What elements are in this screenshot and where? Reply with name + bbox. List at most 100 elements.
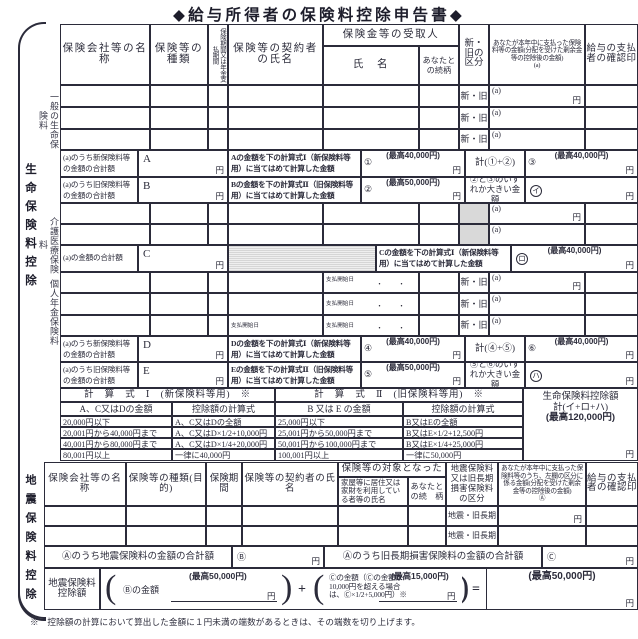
entry-company-name[interactable]	[60, 315, 150, 336]
row-e-result[interactable]: ⑤ (最高50,000円) 円	[361, 362, 465, 388]
row-d-sum-result[interactable]: ⑥ (最高40,000円) 円	[525, 336, 638, 362]
quake-entry-company-name[interactable]	[44, 526, 126, 546]
entry-beneficiary-name[interactable]: 支払開始日 ・ ・	[323, 293, 419, 315]
quake-entry-relation[interactable]	[408, 506, 446, 526]
entry-payer-seal[interactable]	[585, 293, 638, 315]
entry-company-name[interactable]	[60, 129, 150, 150]
entry-paid-amount[interactable]: (a)	[489, 224, 585, 245]
life-total-deduction-box[interactable]: 生命保険料控除額 計(イ+ロ+ハ) (最高120,000円) 円	[523, 388, 638, 461]
entry-new-old-toggle[interactable]: 新・旧	[459, 315, 489, 336]
entry-beneficiary-relation[interactable]	[419, 203, 459, 224]
quake-entry-resident[interactable]	[338, 526, 408, 546]
entry-payer-seal[interactable]	[585, 85, 638, 107]
row-a-input[interactable]: A 円	[138, 150, 228, 177]
quake-entry-period[interactable]	[206, 506, 242, 526]
entry-payer-seal[interactable]	[585, 203, 638, 224]
entry-payer-seal[interactable]	[585, 107, 638, 129]
quake-entry-resident[interactable]	[338, 506, 408, 526]
entry-new-old-toggle[interactable]: 新・旧	[459, 272, 489, 293]
row-b-sum-result[interactable]: イ 円	[525, 177, 638, 203]
entry-beneficiary-relation[interactable]	[419, 129, 459, 150]
row-a-sum-result[interactable]: ③ (最高40,000円) 円	[525, 150, 638, 177]
row-c-result[interactable]: ロ (最高40,000円) 円	[511, 245, 638, 272]
quake-entry-relation[interactable]	[408, 526, 446, 546]
entry-beneficiary-name[interactable]	[323, 203, 419, 224]
quake-entry-period[interactable]	[206, 526, 242, 546]
quake-entry-paid-amount[interactable]: 円	[498, 506, 586, 526]
entry-new-old-toggle[interactable]: 新・旧	[459, 107, 489, 129]
entry-company-name[interactable]	[60, 293, 150, 315]
entry-insurance-kind[interactable]	[150, 272, 208, 293]
entry-contractor-name[interactable]	[228, 203, 323, 224]
entry-insurance-kind[interactable]	[150, 315, 208, 336]
entry-paid-amount[interactable]: (a)	[489, 107, 585, 129]
entry-insurance-kind[interactable]	[150, 85, 208, 107]
quake-deduction-result[interactable]: (最高50,000円) 円	[486, 568, 638, 610]
entry-insurance-period[interactable]	[208, 85, 228, 107]
entry-insurance-period[interactable]	[208, 315, 228, 336]
row-b-input[interactable]: B 円	[138, 177, 228, 203]
entry-paid-amount[interactable]: (a)	[489, 293, 585, 315]
row-a-result[interactable]: ① (最高40,000円) 円	[361, 150, 465, 177]
entry-beneficiary-name[interactable]	[323, 85, 419, 107]
entry-payer-seal[interactable]	[585, 129, 638, 150]
row-e-input[interactable]: E 円	[138, 362, 228, 388]
row-d-input[interactable]: D 円	[138, 336, 228, 362]
quake-subtotal-b-value[interactable]: Ⓑ 円	[232, 546, 324, 568]
quake-entry-contractor[interactable]	[242, 506, 338, 526]
entry-beneficiary-relation[interactable]	[419, 293, 459, 315]
quake-entry-category-toggle[interactable]: 地震・旧長期	[446, 506, 498, 526]
entry-contractor-name[interactable]	[228, 272, 323, 293]
entry-insurance-kind[interactable]	[150, 293, 208, 315]
entry-beneficiary-name[interactable]: 支払開始日 ・ ・	[323, 272, 419, 293]
entry-contractor-name[interactable]	[228, 85, 323, 107]
entry-company-name[interactable]	[60, 224, 150, 245]
entry-contractor-name[interactable]	[228, 129, 323, 150]
entry-insurance-kind[interactable]	[150, 203, 208, 224]
quake-subtotal-c-value[interactable]: Ⓒ 円	[542, 546, 638, 568]
entry-beneficiary-relation[interactable]	[419, 85, 459, 107]
entry-new-old-toggle[interactable]: 新・旧	[459, 293, 489, 315]
entry-payer-seal[interactable]	[585, 315, 638, 336]
quake-entry-company-name[interactable]	[44, 506, 126, 526]
entry-insurance-kind[interactable]	[150, 107, 208, 129]
entry-payer-seal[interactable]	[585, 272, 638, 293]
quake-entry-category-toggle[interactable]: 地震・旧長期	[446, 526, 498, 546]
entry-beneficiary-relation[interactable]	[419, 224, 459, 245]
entry-paid-amount[interactable]: (a) 円	[489, 203, 585, 224]
entry-insurance-period[interactable]	[208, 107, 228, 129]
row-e-sum-result[interactable]: ハ 円	[525, 362, 638, 388]
entry-company-name[interactable]	[60, 85, 150, 107]
row-b-result[interactable]: ② (最高50,000円) 円	[361, 177, 465, 203]
quake-entry-kind[interactable]	[126, 526, 206, 546]
entry-beneficiary-name[interactable]	[323, 224, 419, 245]
entry-payer-seal[interactable]	[585, 224, 638, 245]
entry-insurance-kind[interactable]	[150, 129, 208, 150]
entry-paid-amount[interactable]: (a) 円	[489, 85, 585, 107]
entry-new-old-toggle[interactable]: 新・旧	[459, 129, 489, 150]
entry-beneficiary-name[interactable]	[323, 107, 419, 129]
entry-company-name[interactable]	[60, 272, 150, 293]
entry-beneficiary-name[interactable]	[323, 129, 419, 150]
entry-contractor-name[interactable]	[228, 107, 323, 129]
entry-beneficiary-name[interactable]: 支払開始日 ・ ・	[323, 315, 419, 336]
entry-contractor-name[interactable]	[228, 224, 323, 245]
entry-insurance-period[interactable]	[208, 272, 228, 293]
entry-insurance-period[interactable]	[208, 293, 228, 315]
entry-insurance-period[interactable]	[208, 224, 228, 245]
entry-new-old-toggle[interactable]: 新・旧	[459, 85, 489, 107]
entry-contractor-name[interactable]: 支払開始日	[228, 315, 323, 336]
entry-beneficiary-relation[interactable]	[419, 272, 459, 293]
entry-paid-amount[interactable]: (a)	[489, 129, 585, 150]
entry-company-name[interactable]	[60, 203, 150, 224]
entry-contractor-name[interactable]	[228, 293, 323, 315]
quake-entry-contractor[interactable]	[242, 526, 338, 546]
row-c-input[interactable]: C 円	[138, 245, 228, 272]
quake-entry-payer-seal[interactable]	[586, 526, 638, 546]
quake-entry-kind[interactable]	[126, 506, 206, 526]
entry-beneficiary-relation[interactable]	[419, 107, 459, 129]
entry-company-name[interactable]	[60, 107, 150, 129]
row-d-result[interactable]: ④ (最高40,000円) 円	[361, 336, 465, 362]
entry-insurance-period[interactable]	[208, 203, 228, 224]
entry-insurance-period[interactable]	[208, 129, 228, 150]
